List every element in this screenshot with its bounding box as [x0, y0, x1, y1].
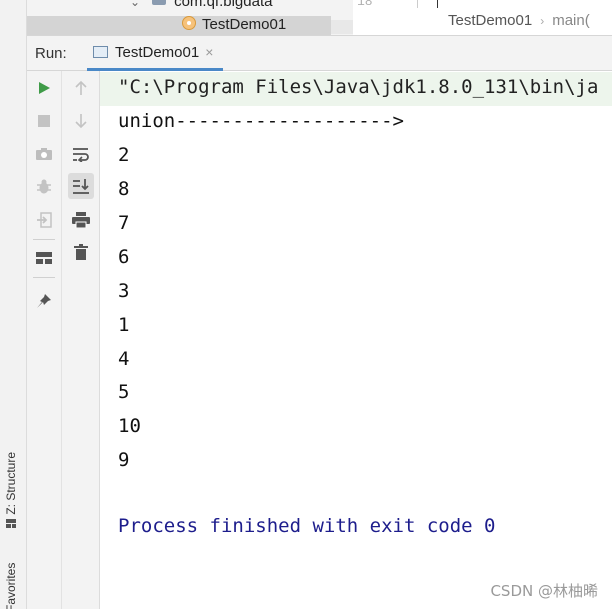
run-icon: [37, 81, 51, 95]
run-toolbar-primary: [27, 71, 62, 609]
debug-button[interactable]: [31, 174, 57, 200]
close-icon[interactable]: ×: [205, 44, 213, 60]
gutter-divider: [417, 0, 418, 8]
console-output-line: 8: [118, 178, 130, 200]
breadcrumb-chevron-icon: ›: [540, 14, 545, 28]
toolbar-divider: [33, 277, 55, 278]
breadcrumb-class[interactable]: TestDemo01: [448, 12, 532, 29]
console-output[interactable]: "C:\Program Files\Java\jdk1.8.0_131\bin\…: [100, 71, 612, 609]
run-tab-testdemo01[interactable]: TestDemo01 ×: [87, 36, 224, 71]
java-class-icon: [182, 16, 196, 30]
breadcrumb-method[interactable]: main(: [552, 12, 590, 29]
exit-icon: [36, 212, 52, 228]
console-output-line: 4: [118, 348, 130, 370]
clear-all-button[interactable]: [68, 239, 94, 265]
stop-button[interactable]: [31, 108, 57, 134]
caret-marker: [437, 0, 438, 8]
run-tool-header: Run: TestDemo01 ×: [27, 36, 612, 71]
favorites-tool-tab[interactable]: Favorites: [4, 552, 18, 609]
tree-scrollbar[interactable]: [331, 20, 353, 34]
console-output-line: 2: [118, 144, 130, 166]
console-tab-icon: [93, 46, 108, 58]
structure-icon: [4, 518, 16, 528]
debug-bug-icon: [36, 179, 52, 195]
console-output-line: 9: [118, 449, 130, 471]
project-tree: ⌄ com.qf.bigdata TestDemo01: [27, 0, 353, 35]
package-icon: [152, 0, 167, 5]
trash-icon: [74, 244, 88, 260]
favorites-tab-label: Favorites: [4, 562, 18, 609]
layout-icon: [36, 252, 52, 264]
command-line-text: "C:\Program Files\Java\jdk1.8.0_131\bin\…: [118, 76, 599, 98]
console-output-line: 1: [118, 314, 130, 336]
toolbar-divider: [33, 239, 55, 240]
breadcrumb: TestDemo01 › main(: [448, 12, 590, 29]
console-output-line: 10: [118, 415, 141, 437]
class-label: TestDemo01: [202, 16, 287, 33]
layout-button[interactable]: [31, 245, 57, 271]
camera-icon: [35, 147, 53, 161]
exit-button[interactable]: [31, 207, 57, 233]
package-label: com.qf.bigdata: [174, 0, 273, 10]
top-area: ⌄ com.qf.bigdata TestDemo01 18 TestDemo01…: [27, 0, 612, 36]
console-output-line: 6: [118, 246, 130, 268]
console-header-line: union------------------->: [118, 110, 404, 132]
console-output-line: 5: [118, 381, 130, 403]
structure-tool-tab[interactable]: Z: Structure: [4, 432, 18, 528]
dump-threads-button[interactable]: [31, 141, 57, 167]
down-arrow-icon: [74, 113, 88, 129]
rerun-button[interactable]: [31, 75, 57, 101]
stop-icon: [38, 115, 50, 127]
pin-icon: [36, 293, 52, 309]
run-toolbar-secondary: [62, 71, 100, 609]
print-button[interactable]: [68, 207, 94, 233]
console-output-line: 7: [118, 212, 130, 234]
chevron-down-icon[interactable]: ⌄: [130, 0, 140, 9]
run-label: Run:: [35, 45, 67, 62]
pin-tab-button[interactable]: [31, 288, 57, 314]
scroll-to-end-button[interactable]: [68, 173, 94, 199]
left-tool-strip: Z: Structure Favorites: [0, 0, 27, 609]
tree-item-package[interactable]: ⌄ com.qf.bigdata: [130, 0, 272, 13]
gutter-line-number: 18: [357, 0, 373, 9]
next-occurrence-button[interactable]: [68, 108, 94, 134]
previous-occurrence-button[interactable]: [68, 75, 94, 101]
console-output-line: 3: [118, 280, 130, 302]
tree-item-class[interactable]: TestDemo01: [27, 16, 331, 35]
soft-wrap-button[interactable]: [68, 141, 94, 167]
up-arrow-icon: [74, 80, 88, 96]
structure-tab-label: Z: Structure: [4, 451, 18, 515]
process-finished-line: Process finished with exit code 0: [118, 515, 496, 537]
soft-wrap-icon: [72, 146, 90, 162]
scroll-to-end-icon: [72, 178, 90, 194]
watermark: CSDN @林柚晞: [490, 582, 598, 600]
print-icon: [72, 212, 90, 228]
run-tab-label: TestDemo01: [115, 44, 200, 61]
